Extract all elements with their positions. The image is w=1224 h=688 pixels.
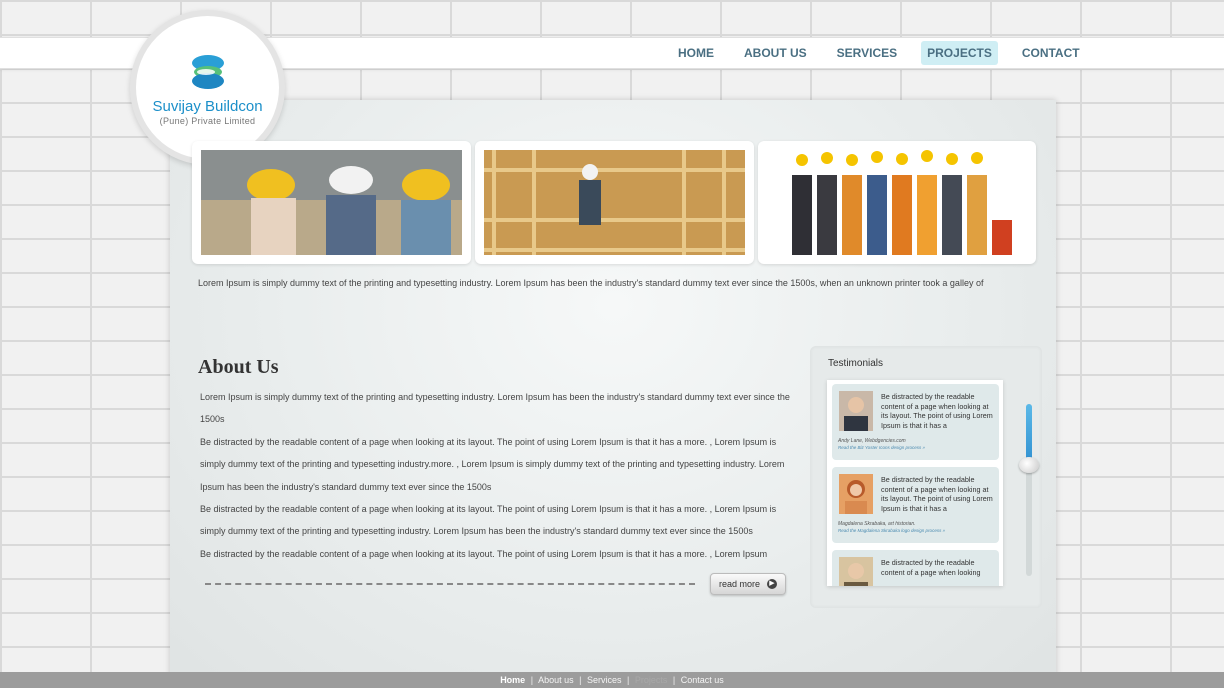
footer-separator: | bbox=[579, 675, 582, 685]
photo-engineers bbox=[192, 141, 471, 264]
about-body: Lorem Ipsum is simply dummy text of the … bbox=[200, 386, 790, 565]
nav-projects[interactable]: PROJECTS bbox=[921, 41, 998, 65]
footer-link-home[interactable]: Home bbox=[500, 675, 525, 685]
footer-link-services[interactable]: Services bbox=[587, 675, 622, 685]
footer-link-projects[interactable]: Projects bbox=[635, 675, 668, 685]
footer-link-contact[interactable]: Contact us bbox=[681, 675, 724, 685]
testimonials-list[interactable]: Be distracted by the readable content of… bbox=[827, 380, 1003, 586]
photo-framing bbox=[475, 141, 754, 264]
footer-link-about[interactable]: About us bbox=[538, 675, 574, 685]
testimonial-card: Be distracted by the readable content of… bbox=[832, 467, 999, 543]
divider bbox=[205, 583, 695, 585]
avatar bbox=[839, 557, 873, 586]
testimonial-quote: Be distracted by the readable content of… bbox=[881, 475, 993, 513]
testimonial-author: Andy Lane, Webdgencies.com bbox=[838, 438, 906, 444]
testimonial-author: Magdalena Skrabaka, art historian. bbox=[838, 521, 916, 527]
framing-image bbox=[484, 150, 745, 255]
company-subtitle: (Pune) Private Limited bbox=[159, 116, 256, 126]
nav-contact[interactable]: CONTACT bbox=[1016, 41, 1086, 65]
footer-separator: | bbox=[672, 675, 676, 685]
testimonial-card: Be distracted by the readable content of… bbox=[832, 384, 999, 460]
nav-services[interactable]: SERVICES bbox=[831, 41, 903, 65]
testimonial-link[interactable]: Read the Biz Yoster Icons design process… bbox=[838, 445, 925, 450]
testimonial-quote: Be distracted by the readable content of… bbox=[881, 558, 981, 577]
arrow-right-icon: ▶ bbox=[767, 579, 777, 589]
about-paragraph: Be distracted by the readable content of… bbox=[200, 436, 785, 492]
nav-about-us[interactable]: ABOUT US bbox=[738, 41, 813, 65]
workers-team-image bbox=[767, 150, 1027, 255]
footer: Home | About us | Services | Projects | … bbox=[0, 672, 1224, 688]
main-nav: HOME ABOUT US SERVICES PROJECTS CONTACT bbox=[672, 41, 1096, 65]
avatar bbox=[839, 474, 873, 514]
footer-separator: | bbox=[627, 675, 630, 685]
avatar bbox=[839, 391, 873, 431]
read-more-button[interactable]: read more ▶ bbox=[710, 573, 786, 595]
testimonials-title: Testimonials bbox=[828, 358, 884, 369]
nav-home[interactable]: HOME bbox=[672, 41, 720, 65]
about-paragraph: Be distracted by the readable content of… bbox=[200, 504, 777, 537]
testimonial-link[interactable]: Read the Magdalena Skrabaka logo design … bbox=[838, 528, 945, 533]
about-paragraph: Lorem Ipsum is simply dummy text of the … bbox=[200, 392, 790, 425]
testimonial-quote: Be distracted by the readable content of… bbox=[881, 392, 993, 430]
engineers-image bbox=[201, 150, 462, 255]
logo-mark-icon bbox=[192, 55, 224, 89]
read-more-label: read more bbox=[719, 579, 761, 589]
footer-separator: | bbox=[530, 675, 534, 685]
company-name: Suvijay Buildcon bbox=[152, 98, 263, 115]
photo-workers-team bbox=[758, 141, 1036, 264]
scroll-knob-icon[interactable] bbox=[1019, 457, 1039, 473]
intro-text: Lorem Ipsum is simply dummy text of the … bbox=[198, 278, 984, 288]
about-title: About Us bbox=[198, 356, 279, 378]
about-paragraph: Be distracted by the readable content of… bbox=[200, 548, 768, 559]
testimonial-card: Be distracted by the readable content of… bbox=[832, 550, 999, 586]
